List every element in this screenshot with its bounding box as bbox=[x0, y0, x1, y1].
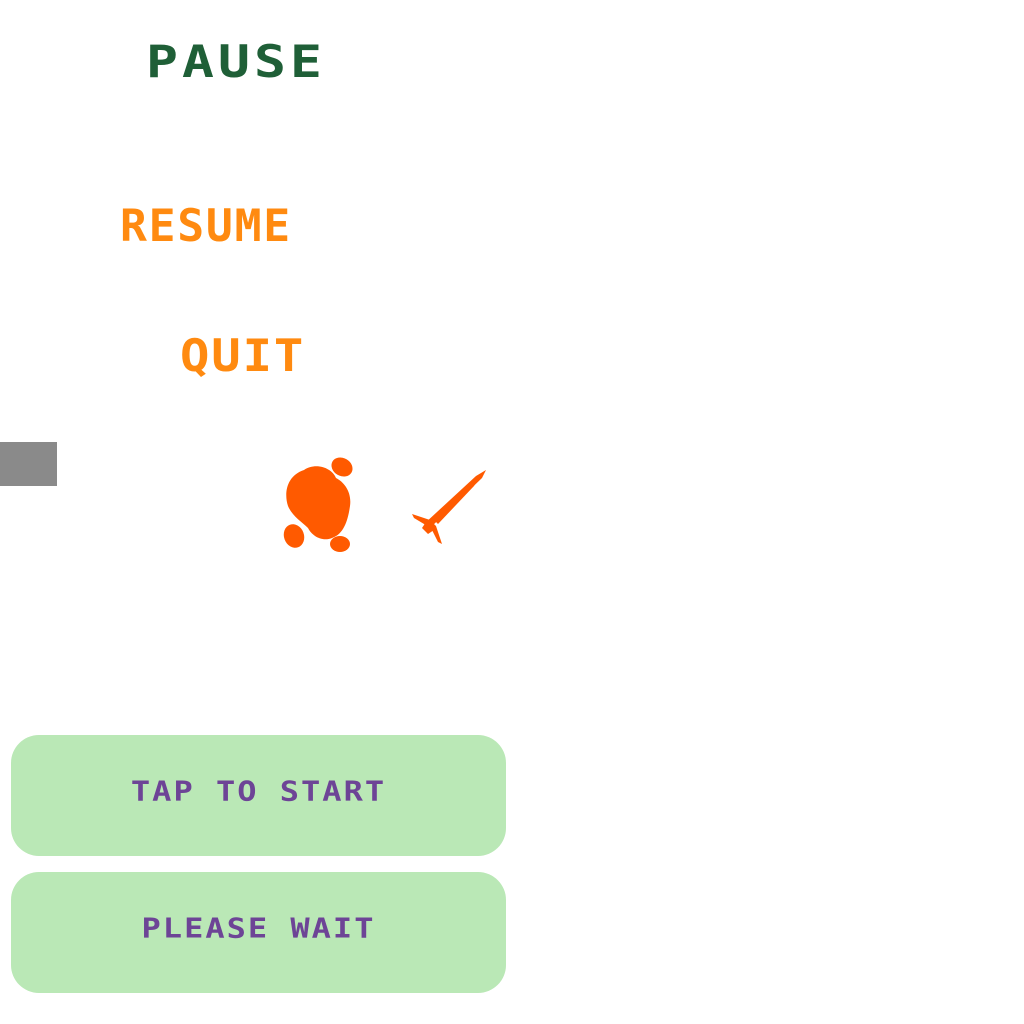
orange-splat-icon bbox=[283, 457, 353, 552]
tap-to-start-label: TAP TO START bbox=[130, 774, 387, 807]
rocket-icon bbox=[412, 470, 486, 544]
please-wait-panel: PLEASE WAIT bbox=[11, 872, 506, 993]
pause-title: PAUSE bbox=[146, 36, 327, 89]
side-tab[interactable] bbox=[0, 442, 57, 486]
please-wait-label: PLEASE WAIT bbox=[141, 911, 376, 944]
resume-button[interactable]: RESUME bbox=[120, 204, 350, 249]
tap-to-start-panel[interactable]: TAP TO START bbox=[11, 735, 506, 856]
quit-button[interactable]: QUIT bbox=[180, 334, 319, 379]
